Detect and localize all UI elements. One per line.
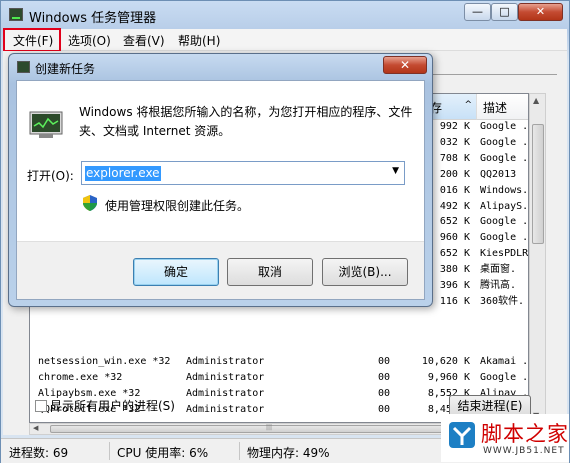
cell-memory: 116 K: [439, 295, 470, 307]
status-physical-memory: 物理内存: 49%: [247, 446, 330, 460]
run-program-icon: [29, 111, 63, 138]
cell-cpu: 00: [378, 388, 391, 399]
cell-user: Administrator: [186, 372, 265, 383]
cell-description: Google .: [480, 216, 528, 228]
cell-memory: 652 K: [439, 216, 470, 228]
open-label: 打开(O):: [27, 169, 74, 183]
open-input-value[interactable]: explorer.exe: [85, 166, 161, 181]
browse-button[interactable]: 浏览(B)...: [322, 258, 408, 286]
status-separator: [109, 442, 110, 460]
dialog-title: 创建新任务: [35, 62, 96, 76]
cell-memory: 10,620 K: [421, 356, 470, 367]
status-cpu-usage: CPU 使用率: 6%: [117, 446, 209, 460]
cell-cpu: 00: [378, 404, 391, 415]
file-menu-highlight-box: [3, 28, 61, 52]
scroll-thumb[interactable]: [532, 124, 544, 244]
dialog-close-button[interactable]: ✕: [383, 56, 427, 74]
cell-description: 360软件.: [480, 295, 525, 307]
cell-user: Administrator: [186, 356, 265, 367]
cancel-button[interactable]: 取消: [227, 258, 313, 286]
window-title: Windows 任务管理器: [29, 11, 157, 26]
cell-description: QQ2013: [480, 168, 517, 180]
minimize-button[interactable]: —: [464, 3, 491, 21]
cell-memory: 380 K: [439, 264, 470, 276]
status-process-count: 进程数: 69: [9, 446, 69, 460]
menu-view[interactable]: 查看(V): [123, 32, 165, 49]
uac-shield-icon: [83, 195, 97, 211]
scroll-grip-icon: |||: [266, 424, 273, 431]
dialog-description: Windows 将根据您所输入的名称，为您打开相应的程序、文件夹、文档或 Int…: [79, 105, 413, 138]
menu-bar: 文件(F) 选项(O) 查看(V) 帮助(H): [3, 29, 567, 51]
column-header-description[interactable]: 描述: [477, 94, 528, 120]
cell-description: 桌面窗.: [480, 264, 517, 276]
dialog-body: Windows 将根据您所输入的名称，为您打开相应的程序、文件夹、文档或 Int…: [16, 80, 425, 300]
cell-memory: 960 K: [439, 232, 470, 244]
scroll-up-icon[interactable]: ▲: [533, 96, 539, 105]
scroll-left-icon[interactable]: ◀: [33, 424, 38, 432]
cell-memory: 200 K: [439, 168, 470, 180]
cell-memory: 492 K: [439, 200, 470, 212]
watermark-brand: 脚本之家: [481, 422, 569, 446]
vertical-scrollbar[interactable]: ▲ ▼: [529, 93, 546, 423]
cell-image-name: netsession_win.exe *32: [38, 356, 171, 367]
cell-description: Google .: [480, 121, 528, 132]
cell-user: Administrator: [186, 388, 265, 399]
title-bar[interactable]: Windows 任务管理器 — □ ✕: [1, 1, 569, 29]
cell-description: KiesPDLR: [480, 248, 528, 260]
dropdown-arrow-icon[interactable]: ▼: [392, 166, 399, 176]
cell-image-name: chrome.exe *32: [38, 372, 123, 383]
cell-description: 腾讯高.: [480, 280, 517, 291]
maximize-button[interactable]: □: [491, 3, 518, 21]
cell-memory: 016 K: [439, 184, 470, 196]
cell-description: Google .: [480, 136, 528, 148]
menu-options[interactable]: 选项(O): [68, 32, 111, 49]
checkbox-box[interactable]: [35, 400, 47, 412]
cell-user: Administrator: [186, 404, 265, 415]
cell-memory: 032 K: [439, 136, 470, 148]
cell-memory: 9,960 K: [427, 372, 470, 383]
admin-privilege-text: 使用管理权限创建此任务。: [105, 199, 250, 213]
cell-description: AlipayS.: [480, 200, 528, 212]
create-task-dialog: 创建新任务 ✕ Windows 将根据您所输入的名称，为您打开相应的程序、文件夹…: [8, 53, 433, 307]
show-all-users-label: 显示所有用户的进程(S): [50, 399, 175, 413]
cell-description: Google .: [480, 232, 528, 244]
watermark-emblem-icon: [449, 422, 475, 448]
menu-help[interactable]: 帮助(H): [178, 32, 220, 49]
watermark-url: WWW.JB51.NET: [483, 446, 565, 456]
cell-description: Windows.: [480, 184, 528, 196]
dialog-button-row: 确定 取消 浏览(B)...: [17, 241, 424, 299]
show-all-users-checkbox[interactable]: 显示所有用户的进程(S): [35, 397, 175, 414]
cell-memory: 708 K: [439, 152, 470, 164]
sort-ascending-icon: ^: [464, 100, 472, 110]
column-header-memory[interactable]: 存 ^: [427, 94, 477, 120]
dialog-app-icon: [17, 61, 30, 73]
cell-memory: 992 K: [439, 121, 470, 132]
cell-cpu: 00: [378, 372, 391, 383]
cell-description: Google .: [480, 152, 528, 164]
task-manager-icon: [9, 8, 23, 21]
close-button[interactable]: ✕: [518, 3, 563, 21]
cell-description: Akamai .: [480, 356, 528, 367]
cell-description: Google .: [480, 372, 528, 383]
ok-button[interactable]: 确定: [133, 258, 219, 286]
watermark-logo: 脚本之家 WWW.JB51.NET: [441, 414, 569, 462]
open-combobox[interactable]: explorer.exe ▼: [81, 161, 405, 185]
status-separator: [239, 442, 240, 460]
cell-cpu: 00: [378, 356, 391, 367]
cell-memory: 396 K: [439, 280, 470, 291]
cell-memory: 652 K: [439, 248, 470, 260]
